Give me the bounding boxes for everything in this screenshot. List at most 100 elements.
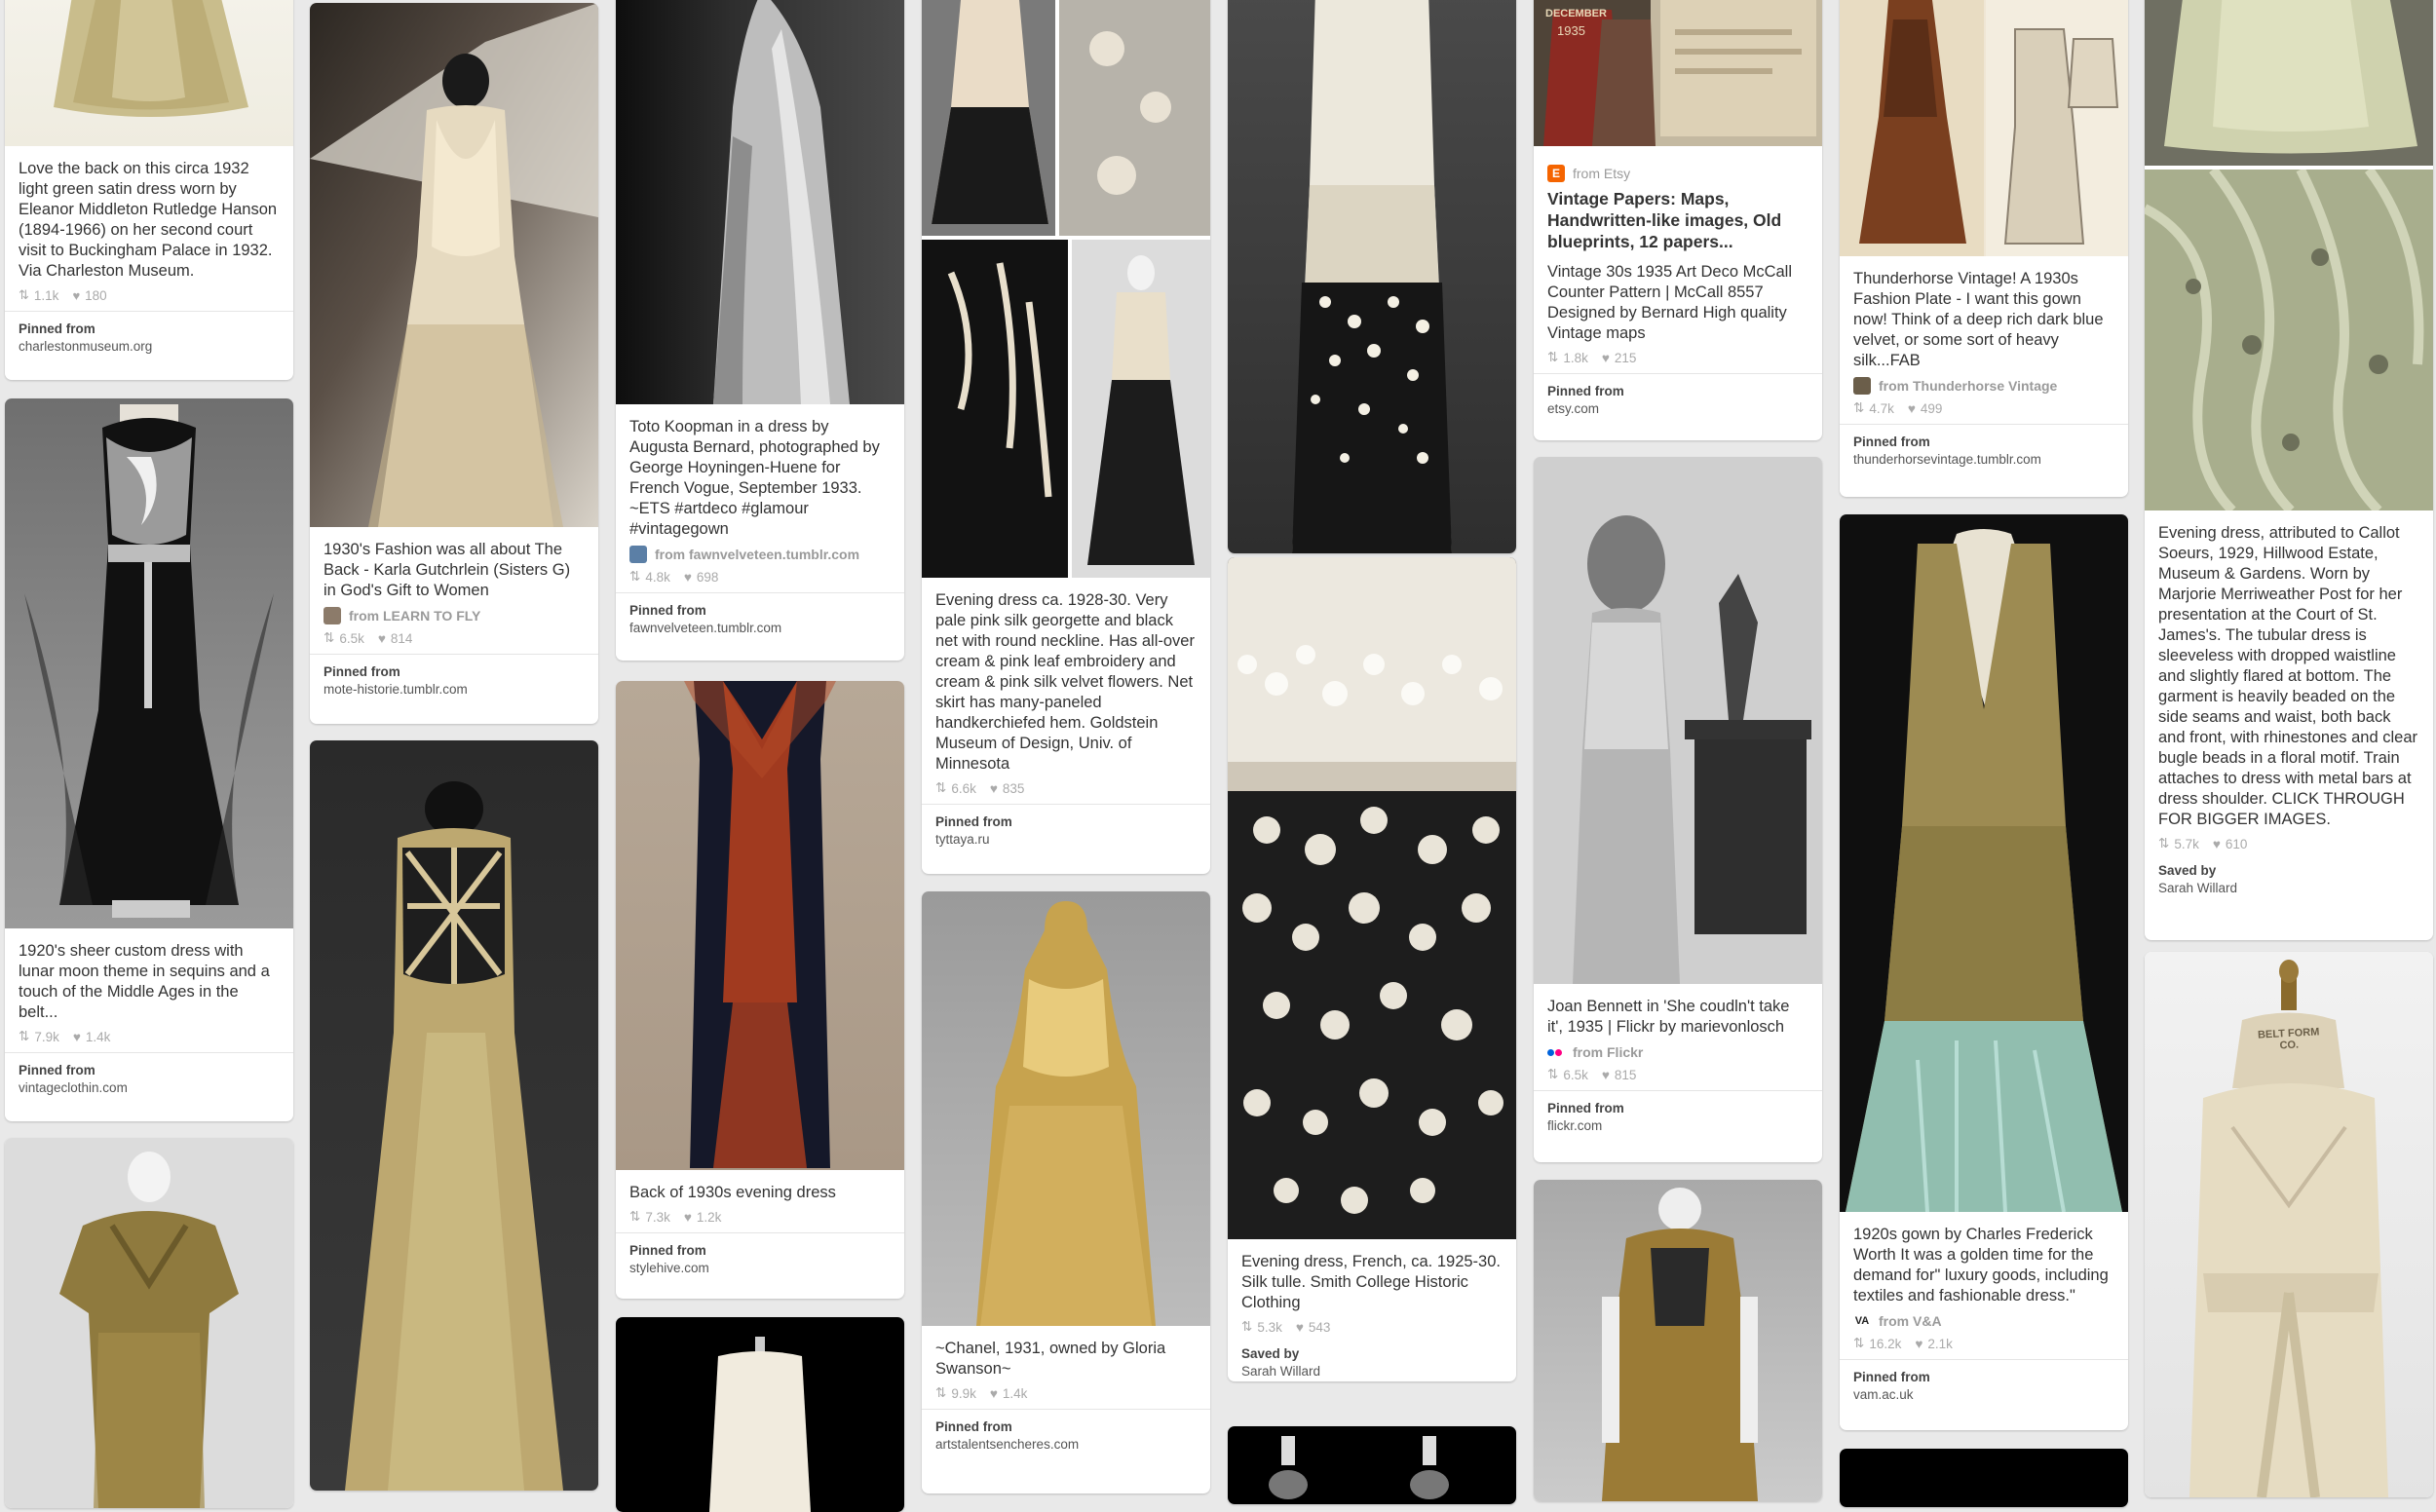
attribution-link[interactable]: charlestonmuseum.org xyxy=(19,339,280,354)
pin-image[interactable]: DECEMBER 1935 xyxy=(1534,0,1822,146)
pin-attribution[interactable]: Saved by Sarah Willard xyxy=(2145,859,2433,907)
pin-card[interactable] xyxy=(310,740,598,1491)
repin-icon: ⇅ xyxy=(935,780,947,795)
like-count: 814 xyxy=(390,630,413,646)
pin-image[interactable] xyxy=(5,398,293,928)
pin-source[interactable]: from LEARN TO FLY xyxy=(324,607,585,624)
source-label: from V&A xyxy=(1879,1313,1942,1329)
pin-image[interactable] xyxy=(5,0,293,146)
pin-card[interactable] xyxy=(1228,1426,1516,1504)
heart-icon: ♥ xyxy=(683,1209,692,1225)
pin-attribution[interactable]: Saved by Sarah Willard xyxy=(1228,1342,1516,1381)
attribution-link[interactable]: mote-historie.tumblr.com xyxy=(324,682,585,697)
pin-attribution[interactable]: Pinned from vintageclothin.com xyxy=(5,1052,293,1107)
pin-attribution[interactable]: Pinned from tyttaya.ru xyxy=(922,804,1210,858)
pin-image[interactable] xyxy=(922,0,1210,578)
pin-card[interactable]: Back of 1930s evening dress ⇅ 7.3k ♥ 1.2k … xyxy=(616,681,904,1299)
pin-attribution[interactable]: Pinned from artstalentsencheres.com xyxy=(922,1409,1210,1463)
pin-card[interactable]: DECEMBER 1935 Efrom Etsy Vintage Papers:… xyxy=(1534,0,1822,440)
pin-card[interactable]: Evening dress, attributed to Callot Soeu… xyxy=(2145,0,2433,940)
attribution-label: Pinned from xyxy=(1547,1101,1624,1115)
pin-image[interactable] xyxy=(310,3,598,527)
pin-card[interactable] xyxy=(5,1138,293,1508)
pin-image[interactable] xyxy=(616,681,904,1170)
pin-image[interactable] xyxy=(1228,1426,1516,1504)
pin-stats: ⇅ 9.9k ♥ 1.4k xyxy=(935,1385,1197,1401)
pin-source[interactable]: from Thunderhorse Vintage xyxy=(1853,377,2114,395)
pin-source[interactable]: Efrom Etsy xyxy=(1547,165,1808,182)
pin-image[interactable] xyxy=(1840,1449,2128,1507)
pin-image[interactable] xyxy=(1840,514,2128,1212)
pin-card[interactable]: Toto Koopman in a dress by Augusta Berna… xyxy=(616,0,904,661)
pin-attribution[interactable]: Pinned from flickr.com xyxy=(1534,1090,1822,1145)
pin-card[interactable]: BELT FORM CO. xyxy=(2145,952,2433,1497)
pin-image[interactable] xyxy=(1534,1180,1822,1501)
pin-image[interactable] xyxy=(1534,457,1822,984)
pin-image[interactable] xyxy=(616,1317,904,1512)
pin-attribution[interactable]: Pinned from mote-historie.tumblr.com xyxy=(310,654,598,708)
pin-attribution[interactable]: Pinned from charlestonmuseum.org xyxy=(5,311,293,365)
source-avatar-icon xyxy=(1853,377,1871,395)
pin-image[interactable] xyxy=(1228,557,1516,1239)
pin-attribution[interactable]: Pinned from stylehive.com xyxy=(616,1232,904,1287)
attribution-link[interactable]: etsy.com xyxy=(1547,401,1808,416)
source-avatar-icon xyxy=(629,546,647,563)
attribution-link[interactable]: vintageclothin.com xyxy=(19,1080,280,1095)
repin-count: 6.5k xyxy=(1563,1067,1588,1082)
pin-source[interactable]: from fawnvelveteen.tumblr.com xyxy=(629,546,891,563)
heart-icon: ♥ xyxy=(1601,1067,1610,1082)
pin-card[interactable]: Joan Bennett in 'She coudln't take it', … xyxy=(1534,457,1822,1162)
pin-stats: ⇅ 16.2k ♥ 2.1k xyxy=(1853,1336,2114,1351)
pin-description: ~Chanel, 1931, owned by Gloria Swanson~ xyxy=(935,1340,1166,1378)
pin-image-detail[interactable] xyxy=(2145,170,2433,510)
pin-image[interactable]: BELT FORM CO. xyxy=(2145,952,2433,1497)
attribution-link[interactable]: artstalentsencheres.com xyxy=(935,1437,1197,1452)
pin-card[interactable]: 1930's Fashion was all about The Back - … xyxy=(310,3,598,724)
repin-icon: ⇅ xyxy=(1853,1336,1865,1350)
flickr-icon xyxy=(1547,1043,1565,1061)
pin-stats: ⇅ 1.1k ♥ 180 xyxy=(19,287,280,303)
repin-icon: ⇅ xyxy=(1547,1067,1559,1081)
pin-attribution[interactable]: Pinned from etsy.com xyxy=(1534,373,1822,428)
attribution-label: Saved by xyxy=(1241,1346,1300,1361)
pin-description: Joan Bennett in 'She coudln't take it', … xyxy=(1547,998,1790,1036)
pin-card[interactable] xyxy=(616,1317,904,1512)
pin-card[interactable]: Thunderhorse Vintage! A 1930s Fashion Pl… xyxy=(1840,0,2128,497)
pin-source[interactable]: VA from V&A xyxy=(1853,1312,2114,1330)
pin-card[interactable]: 1920's sheer custom dress with lunar moo… xyxy=(5,398,293,1121)
attribution-link[interactable]: fawnvelveteen.tumblr.com xyxy=(629,621,891,635)
attribution-link[interactable]: flickr.com xyxy=(1547,1118,1808,1133)
pin-image[interactable] xyxy=(310,740,598,1491)
attribution-link[interactable]: Sarah Willard xyxy=(1241,1364,1503,1379)
repin-count: 9.9k xyxy=(951,1385,976,1401)
repin-icon: ⇅ xyxy=(935,1385,947,1400)
pin-attribution[interactable]: Pinned from vam.ac.uk xyxy=(1840,1359,2128,1414)
attribution-link[interactable]: vam.ac.uk xyxy=(1853,1387,2114,1402)
pin-card[interactable]: 1920s gown by Charles Frederick Worth It… xyxy=(1840,514,2128,1430)
pin-card[interactable]: Evening dress, French, ca. 1925-30. Silk… xyxy=(1228,557,1516,1381)
pin-image[interactable] xyxy=(5,1138,293,1508)
pin-image[interactable] xyxy=(2145,0,2433,166)
pin-description: 1930's Fashion was all about The Back - … xyxy=(324,541,571,599)
attribution-link[interactable]: thunderhorsevintage.tumblr.com xyxy=(1853,452,2114,467)
pin-card[interactable]: Evening dress ca. 1928-30. Very pale pin… xyxy=(922,0,1210,874)
pin-image[interactable] xyxy=(922,891,1210,1326)
pin-card[interactable]: ~Chanel, 1931, owned by Gloria Swanson~ … xyxy=(922,891,1210,1493)
pin-card[interactable] xyxy=(1228,0,1516,553)
attribution-link[interactable]: stylehive.com xyxy=(629,1261,891,1275)
repin-count: 1.8k xyxy=(1563,350,1588,365)
pin-image[interactable] xyxy=(1228,0,1516,553)
repin-count: 4.8k xyxy=(645,569,670,585)
pin-card[interactable]: Love the back on this circa 1932 light g… xyxy=(5,0,293,380)
pin-image[interactable] xyxy=(1840,0,2128,256)
pin-card[interactable] xyxy=(1840,1449,2128,1507)
pin-attribution[interactable]: Pinned from thunderhorsevintage.tumblr.c… xyxy=(1840,424,2128,478)
pin-attribution[interactable]: Pinned from fawnvelveteen.tumblr.com xyxy=(616,592,904,647)
pin-source[interactable]: from Flickr xyxy=(1547,1043,1808,1061)
attribution-link[interactable]: tyttaya.ru xyxy=(935,832,1197,847)
pin-image[interactable] xyxy=(616,0,904,404)
source-label: from Flickr xyxy=(1573,1044,1644,1060)
pin-card[interactable] xyxy=(1534,1180,1822,1501)
attribution-label: Saved by xyxy=(2158,863,2217,878)
attribution-link[interactable]: Sarah Willard xyxy=(2158,881,2419,895)
